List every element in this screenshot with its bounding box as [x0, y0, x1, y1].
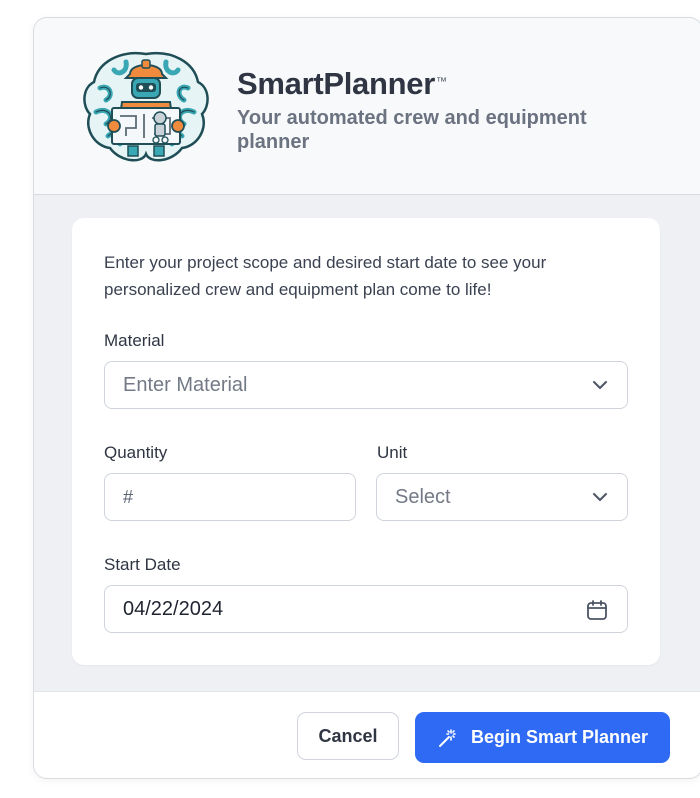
chevron-down-icon [593, 493, 607, 501]
app-name: SmartPlanner [237, 66, 435, 101]
smart-planner-dialog: SmartPlanner™ Your automated crew and eq… [33, 17, 700, 779]
quantity-label: Quantity [104, 443, 168, 462]
app-title: SmartPlanner™ [237, 66, 607, 102]
begin-smart-planner-button[interactable]: Begin Smart Planner [415, 712, 670, 763]
title-block: SmartPlanner™ Your automated crew and eq… [237, 66, 607, 154]
trademark-mark: ™ [435, 76, 447, 88]
chevron-down-icon [593, 381, 607, 389]
dialog-footer: Cancel Begin Smart Planner [34, 691, 700, 778]
intro-text: Enter your project scope and desired sta… [104, 253, 547, 299]
form-card: Enter your project scope and desired sta… [72, 218, 660, 665]
quantity-input[interactable]: # [104, 473, 356, 521]
start-date-input[interactable]: 04/22/2024 [104, 585, 628, 633]
start-date-value: 04/22/2024 [123, 597, 224, 620]
app-subtitle: Your automated crew and equipment planne… [237, 107, 587, 153]
dialog-header: SmartPlanner™ Your automated crew and eq… [34, 18, 700, 195]
smartplanner-logo-icon [83, 51, 209, 162]
unit-placeholder: Select [395, 485, 451, 508]
material-select[interactable]: Enter Material [104, 361, 628, 409]
magic-wand-icon [438, 728, 456, 747]
unit-select[interactable]: Select [376, 473, 628, 521]
quantity-placeholder: # [123, 486, 134, 507]
material-placeholder: Enter Material [123, 373, 248, 396]
calendar-icon[interactable] [585, 598, 609, 622]
cancel-button[interactable]: Cancel [297, 712, 399, 760]
start-date-label: Start Date [104, 555, 181, 574]
material-label: Material [104, 331, 165, 350]
dialog-body: Enter your project scope and desired sta… [34, 195, 700, 691]
unit-label: Unit [377, 443, 408, 462]
begin-smart-planner-label: Begin Smart Planner [470, 727, 649, 747]
